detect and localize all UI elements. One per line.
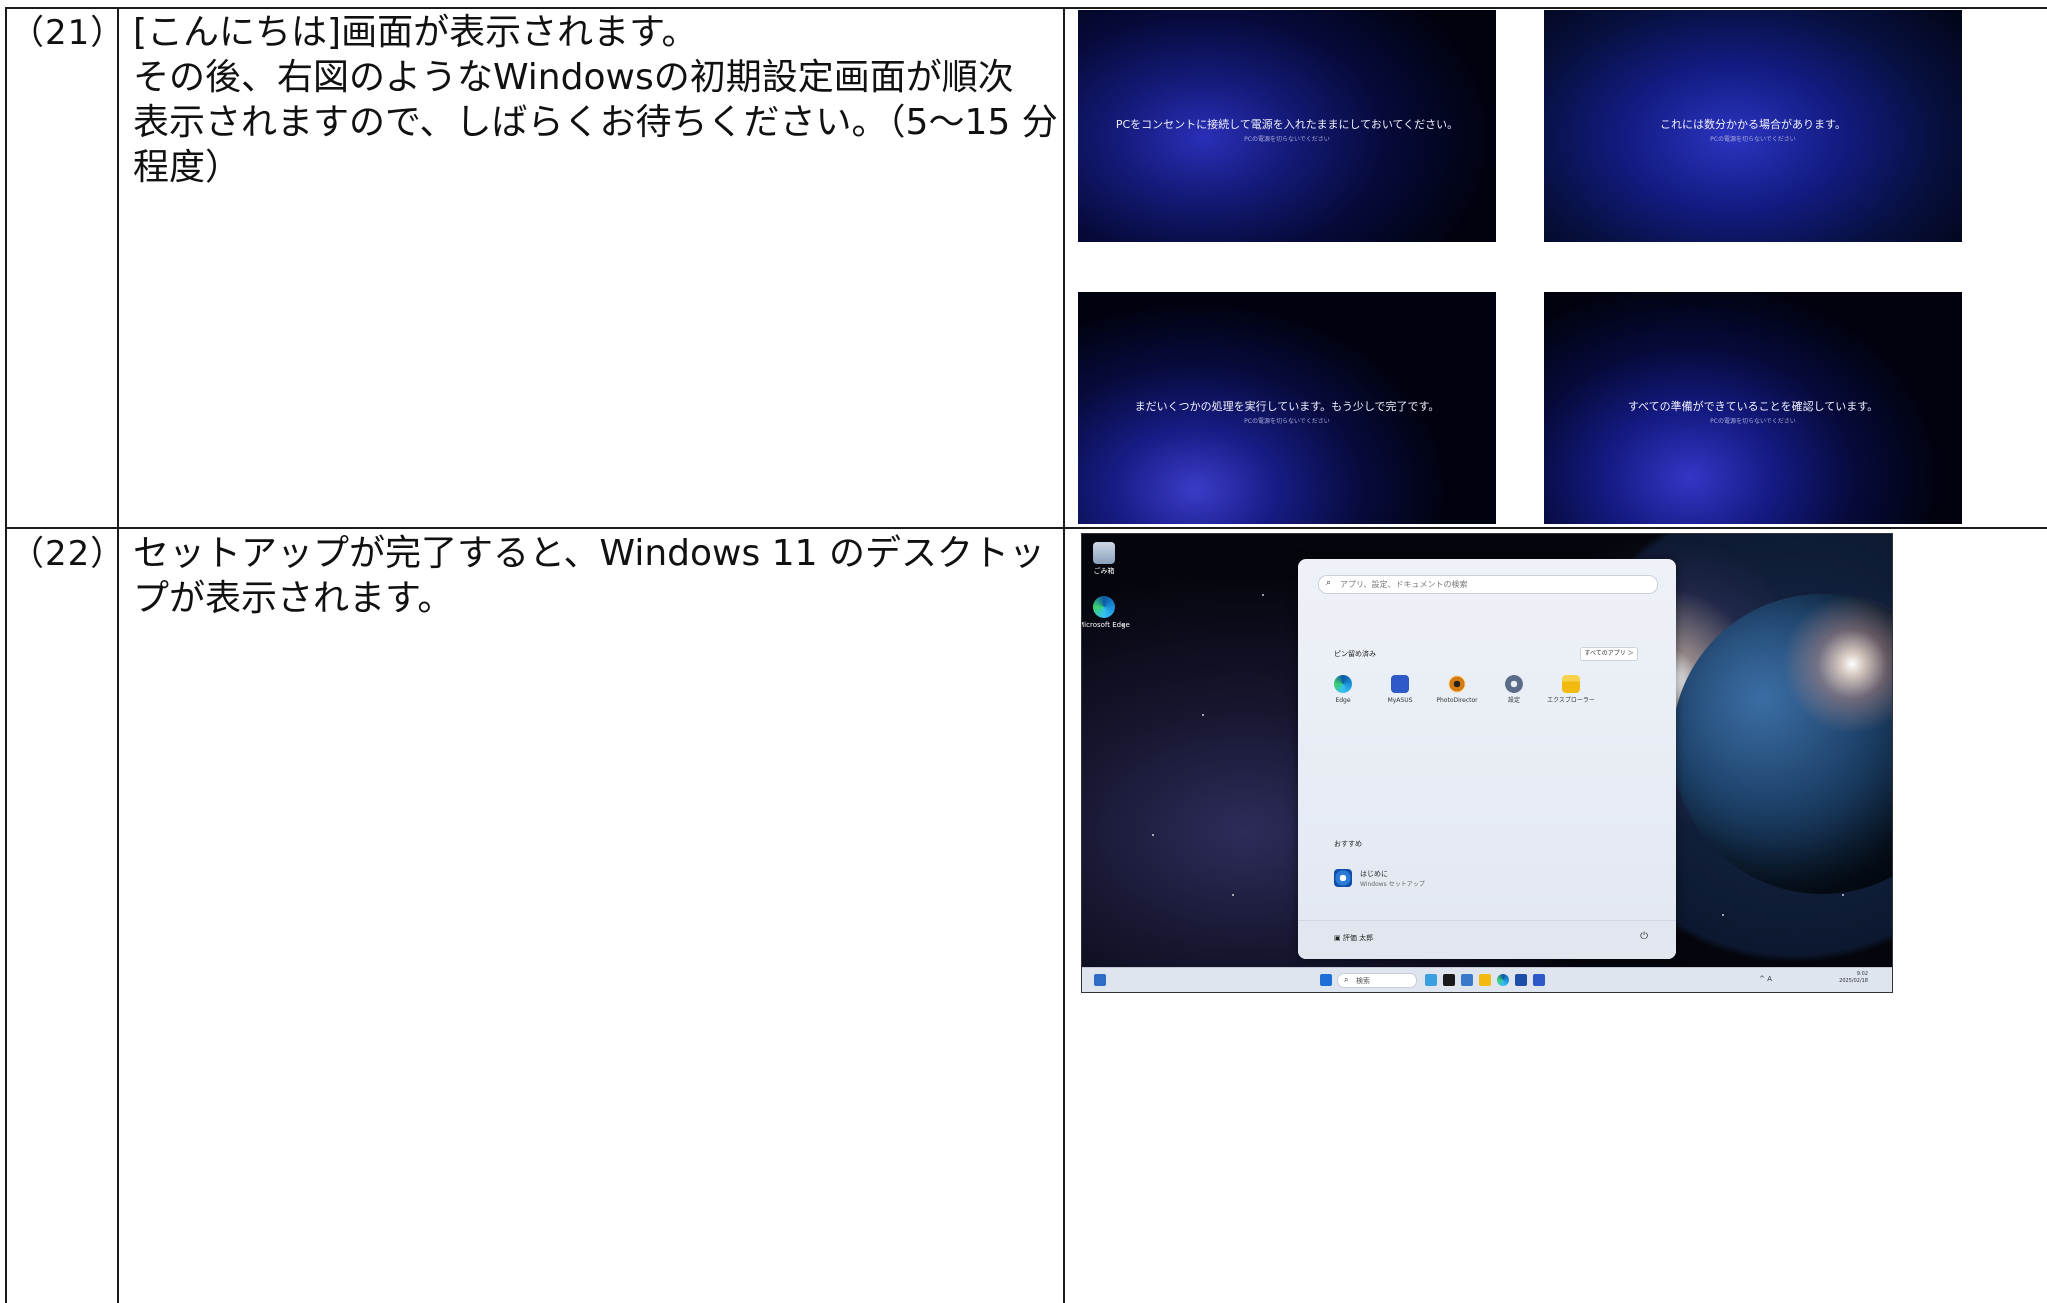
photodirector-icon <box>1448 675 1466 693</box>
star <box>1232 894 1234 896</box>
pinned-app-edge[interactable]: Edge <box>1318 675 1368 705</box>
setup-screen-image: すべての準備ができていることを確認しています。 PCの電源を切らないでください <box>1544 292 1962 524</box>
row-divider <box>5 527 2047 529</box>
step-text-line: セットアップが完了すると、Windows 11 のデスクトッ <box>133 533 1045 574</box>
setup-submessage: PCの電源を切らないでください <box>1244 418 1330 425</box>
setup-message: まだいくつかの処理を実行しています。もう少しで完了です。 <box>1134 400 1440 413</box>
setup-screen-image: PCをコンセントに接続して電源を入れたままにしておいてください。 PCの電源を切… <box>1078 10 1496 242</box>
clock-date: 2025/02/18 <box>1839 978 1868 984</box>
star <box>1202 714 1204 716</box>
task-view-icon[interactable] <box>1443 974 1455 986</box>
edge-icon[interactable] <box>1497 974 1509 986</box>
setup-submessage: PCの電源を切らないでください <box>1710 418 1796 425</box>
setup-message: PCをコンセントに接続して電源を入れたままにしておいてください。 <box>1115 118 1459 131</box>
star <box>1262 594 1264 596</box>
step-text-line: その後、右図のようなWindowsの初期設定画面が順次 <box>133 57 1014 98</box>
taskbar-search[interactable]: ⌕ 検索 <box>1337 973 1417 988</box>
setup-screen-image: まだいくつかの処理を実行しています。もう少しで完了です。 PCの電源を切らないで… <box>1078 292 1496 524</box>
step-number: （21） <box>10 13 126 53</box>
recommended-label: おすすめ <box>1334 840 1362 848</box>
file-explorer-icon[interactable] <box>1479 974 1491 986</box>
pinned-app-label: MyASUS <box>1387 697 1413 704</box>
desktop-icon-edge[interactable]: Microsoft Edge <box>1081 596 1134 630</box>
step-text-line: プが表示されます。 <box>133 578 454 619</box>
desktop-icon-label: ごみ箱 <box>1093 567 1115 575</box>
copilot-icon[interactable] <box>1425 974 1437 986</box>
instruction-table: （21） [こんにちは]画面が表示されます。 その後、右図のようなWindows… <box>0 0 2047 1303</box>
setup-screen-image: これには数分かかる場合があります。 PCの電源を切らないでください <box>1544 10 1962 242</box>
setup-submessage: PCの電源を切らないでください <box>1710 136 1796 143</box>
step-description: セットアップが完了すると、Windows 11 のデスクトッ プが表示されます。 <box>133 531 1058 621</box>
recommended-subtitle: Windows セットアップ <box>1360 881 1425 888</box>
widgets-icon[interactable] <box>1094 974 1106 986</box>
column-divider-image <box>1063 7 1065 1303</box>
start-button-icon[interactable] <box>1320 974 1332 986</box>
setup-message: これには数分かかる場合があります。 <box>1660 118 1846 131</box>
file-explorer-icon <box>1562 675 1580 693</box>
pinned-label: ピン留め済み <box>1334 650 1376 658</box>
store-app-icon[interactable] <box>1515 974 1527 986</box>
table-border-top <box>5 7 2047 9</box>
pinned-app-settings[interactable]: 設定 <box>1489 675 1539 705</box>
all-apps-button[interactable]: すべてのアプリ ＞ <box>1580 647 1638 661</box>
taskbar: ⌕ 検索 ^ A 9:02 2025/02/18 <box>1082 967 1892 992</box>
start-search-placeholder: アプリ、設定、ドキュメントの検索 <box>1340 580 1468 589</box>
recycle-bin-icon <box>1093 542 1115 564</box>
column-divider-number <box>117 7 119 1303</box>
start-menu-footer: ▣ 評価 太郎 ⏻ <box>1298 920 1676 959</box>
taskbar-clock[interactable]: 9:02 2025/02/18 <box>1839 971 1868 985</box>
star <box>1722 914 1724 916</box>
desktop-icon-label: Microsoft Edge <box>1081 621 1130 629</box>
user-name: 評価 太郎 <box>1342 934 1374 942</box>
step-text-line: 程度） <box>133 147 242 188</box>
pinned-app-photodirector[interactable]: PhotoDirector <box>1432 675 1482 705</box>
pinned-app-label: PhotoDirector <box>1436 697 1478 704</box>
desktop-screenshot: ごみ箱 Microsoft Edge ⌕ アプリ、設定、ドキュメントの検索 ピン… <box>1081 533 1893 993</box>
setup-submessage: PCの電源を切らないでください <box>1244 136 1330 143</box>
start-search-box[interactable]: ⌕ アプリ、設定、ドキュメントの検索 <box>1318 575 1658 594</box>
edge-icon <box>1334 675 1352 693</box>
system-tray[interactable]: ^ A <box>1759 975 1772 983</box>
search-icon: ⌕ <box>1326 578 1332 588</box>
step-number: （22） <box>10 534 126 574</box>
start-menu: ⌕ アプリ、設定、ドキュメントの検索 ピン留め済み すべてのアプリ ＞ Edge… <box>1298 559 1676 959</box>
step-text-line: [こんにちは]画面が表示されます。 <box>133 12 698 53</box>
pinned-app-explorer[interactable]: エクスプローラー <box>1546 675 1596 705</box>
clock-time: 9:02 <box>1856 971 1868 977</box>
user-icon: ▣ <box>1334 934 1341 942</box>
taskbar-search-label: 検索 <box>1356 977 1370 985</box>
pinned-app-label: 設定 <box>1507 697 1520 704</box>
store-icon[interactable] <box>1461 974 1473 986</box>
get-started-icon <box>1334 869 1352 887</box>
myasus-icon <box>1391 675 1409 693</box>
edge-icon <box>1093 596 1115 618</box>
user-account[interactable]: ▣ 評価 太郎 <box>1334 933 1373 943</box>
recommended-title: はじめに <box>1360 870 1388 878</box>
table-border-left <box>5 7 7 1303</box>
setup-message: すべての準備ができていることを確認しています。 <box>1627 400 1879 413</box>
desktop-icon-recycle-bin[interactable]: ごみ箱 <box>1082 542 1134 576</box>
star <box>1842 894 1844 896</box>
myasus-icon[interactable] <box>1533 974 1545 986</box>
power-button[interactable]: ⏻ <box>1640 931 1648 942</box>
pinned-app-label: エクスプローラー <box>1547 697 1595 704</box>
settings-gear-icon <box>1505 675 1523 693</box>
step-description: [こんにちは]画面が表示されます。 その後、右図のようなWindowsの初期設定… <box>133 10 1058 190</box>
step-text-line: 表示されますので、しばらくお待ちください。（5〜15 分 <box>133 102 1058 143</box>
pinned-app-label: Edge <box>1335 697 1351 704</box>
search-icon: ⌕ <box>1344 975 1349 984</box>
pinned-app-myasus[interactable]: MyASUS <box>1375 675 1425 705</box>
star <box>1152 834 1154 836</box>
